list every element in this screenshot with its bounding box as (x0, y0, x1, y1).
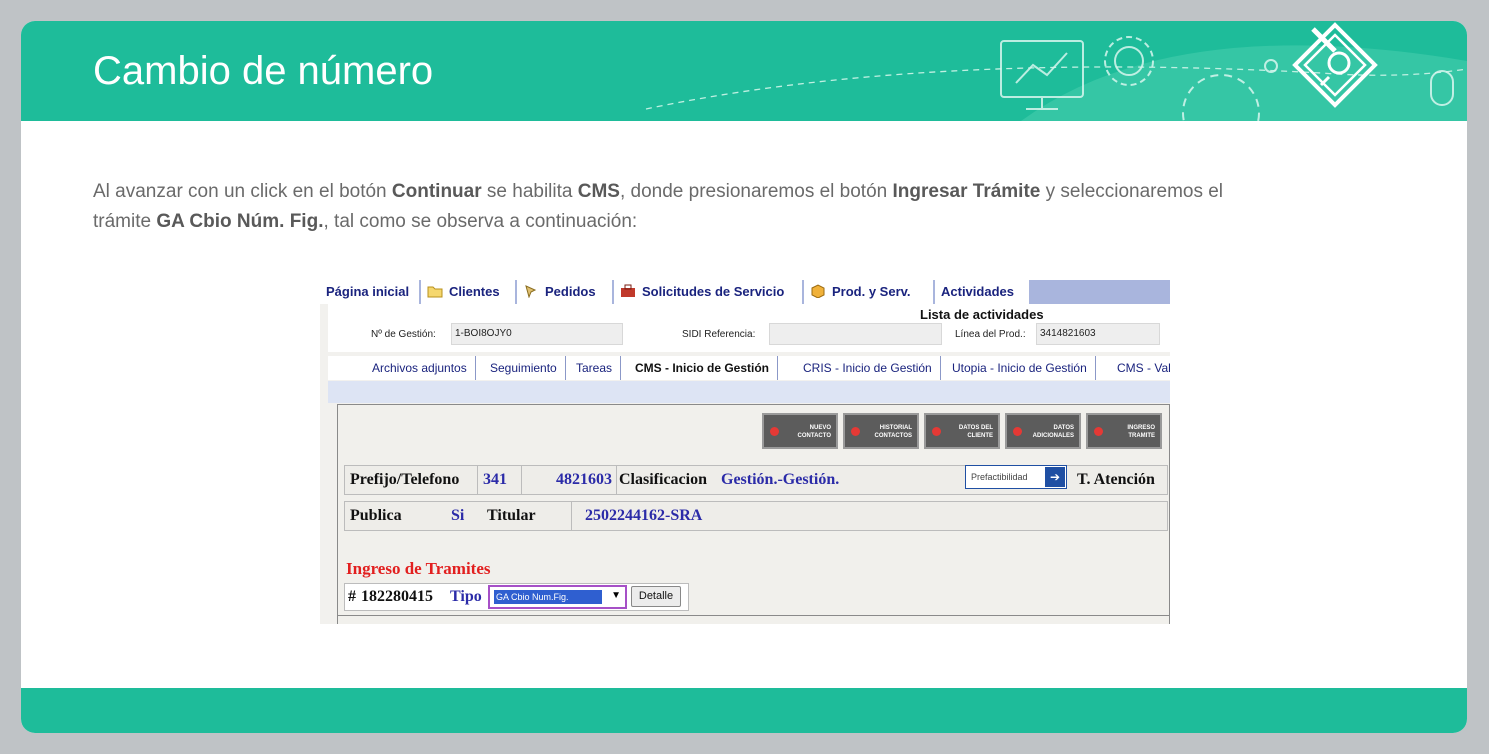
button-label-line: NUEVO (809, 425, 831, 431)
detalle-button[interactable]: Detalle (631, 586, 681, 607)
button-label: HISTORIAL CONTACTOS (868, 424, 912, 440)
tab-label: Clientes (449, 284, 500, 299)
subtab-utopia-inicio[interactable]: Utopia - Inicio de Gestión (952, 356, 1096, 380)
tipo-select[interactable]: GA Cbio Num.Fig. ▼ (488, 585, 627, 609)
subtab-cris-inicio[interactable]: CRIS - Inicio de Gestión (803, 356, 941, 380)
intro-paragraph: Al avanzar con un click en el botón Cont… (93, 177, 1233, 237)
main-tab-bar: Página inicial Clientes Pedidos Solicitu… (320, 280, 1170, 304)
red-dot-icon (851, 427, 860, 436)
panel-divider (338, 615, 1170, 616)
tipo-selected-value: GA Cbio Num.Fig. (494, 590, 602, 604)
tab-label: Solicitudes de Servicio (642, 284, 785, 299)
button-label-line: DATOS DEL (958, 425, 993, 431)
tab-label: Actividades (941, 284, 1014, 299)
slide-header: Cambio de número (21, 21, 1467, 121)
datos-adicionales-button[interactable]: DATOS ADICIONALES (1005, 413, 1081, 449)
clasificacion-value: Gestión.-Gestión. (721, 471, 840, 488)
intro-bold-cms: CMS (577, 181, 620, 202)
tab-label: Prod. y Serv. (832, 284, 911, 299)
tab-actividades[interactable]: Actividades (935, 280, 1031, 304)
toolbox-icon (621, 284, 635, 297)
button-label: DATOS ADICIONALES (1030, 424, 1074, 440)
subtab-seguimiento[interactable]: Seguimiento (490, 356, 566, 380)
subtab-cms-inicio[interactable]: CMS - Inicio de Gestión (635, 356, 779, 380)
subtab-archivos[interactable]: Archivos adjuntos (372, 356, 476, 380)
button-label-line: CLIENTE (967, 433, 993, 439)
button-label-line: CONTACTOS (874, 433, 912, 439)
chevron-down-icon: ▼ (611, 590, 621, 601)
publica-label: Publica (350, 507, 402, 524)
button-label-line: TRAMITE (1128, 433, 1155, 439)
intro-bold-continuar: Continuar (391, 181, 482, 202)
app-screenshot: Página inicial Clientes Pedidos Solicitu… (320, 280, 1170, 624)
historial-contactos-button[interactable]: HISTORIAL CONTACTOS (843, 413, 919, 449)
button-label: NUEVO CONTACTO (787, 424, 831, 440)
ingreso-tramites-title: Ingreso de Tramites (346, 559, 491, 578)
ingreso-tramite-button[interactable]: INGRESO TRAMITE (1086, 413, 1162, 449)
button-label-line: CONTACTO (797, 433, 831, 439)
linea-field[interactable]: 3414821603 (1036, 323, 1160, 345)
button-label-line: HISTORIAL (879, 425, 912, 431)
slide-footer (21, 688, 1467, 733)
intro-bold-tramite: GA Cbio Núm. Fig. (156, 211, 324, 232)
tramite-number: 182280415 (361, 588, 433, 605)
prefactibilidad-button[interactable]: Prefactibilidad ➔ (965, 465, 1067, 489)
intro-text-3: , donde presionaremos el botón (619, 181, 893, 202)
clasificacion-label: Clasificacion (619, 471, 707, 488)
red-dot-icon (932, 427, 941, 436)
prefijo-label: Prefijo/Telefono (345, 466, 478, 494)
red-dot-icon (1013, 427, 1022, 436)
intro-text-2: se habilita (481, 181, 578, 202)
tab-label: Página inicial (326, 284, 410, 299)
button-label-line: INGRESO (1127, 425, 1155, 431)
folder-icon (427, 286, 443, 298)
pin-icon (525, 285, 537, 298)
subtab-tareas[interactable]: Tareas (576, 356, 622, 380)
red-dot-icon (1094, 427, 1103, 436)
subtab-cms-valid[interactable]: CMS - Valid (1117, 356, 1170, 380)
button-label: INGRESO TRAMITE (1111, 424, 1155, 440)
titular-value: 2502244162-SRA (585, 507, 703, 524)
hash-label: # (348, 588, 356, 605)
sub-tab-bar: Archivos adjuntos Seguimiento Tareas CMS… (328, 356, 1170, 380)
titular-label: Titular (482, 502, 572, 530)
button-label-line: ADICIONALES (1032, 433, 1074, 439)
edit-gear-badge-icon (1292, 22, 1378, 108)
gestion-field[interactable]: 1-BOI8OJY0 (451, 323, 623, 345)
atencion-label: T. Atención (1077, 471, 1155, 488)
linea-label: Línea del Prod.: (955, 329, 1026, 340)
list-title: Lista de actividades (920, 307, 1044, 322)
tab-solicitudes[interactable]: Solicitudes de Servicio (614, 280, 804, 304)
intro-bold-ingresar: Ingresar Trámite (892, 181, 1041, 202)
intro-text-1: Al avanzar con un click en el botón (93, 181, 392, 202)
tab-label: Pedidos (545, 284, 596, 299)
arrow-right-icon: ➔ (1045, 467, 1065, 487)
cms-panel: NUEVO CONTACTO HISTORIAL CONTACTOS DATOS D… (337, 404, 1170, 624)
sidi-field[interactable] (769, 323, 942, 345)
tipo-label: Tipo (450, 588, 482, 605)
datos-cliente-button[interactable]: DATOS DEL CLIENTE (924, 413, 1000, 449)
button-label: DATOS DEL CLIENTE (949, 424, 993, 440)
telefono-value: 4821603 (522, 466, 617, 494)
sidi-label: SIDI Referencia: (682, 329, 756, 340)
prefactibilidad-label: Prefactibilidad (971, 472, 1028, 482)
tab-clientes[interactable]: Clientes (421, 280, 517, 304)
box-icon (811, 284, 825, 298)
intro-text-5: , tal como se observa a continuación: (323, 211, 638, 232)
tab-pedidos[interactable]: Pedidos (517, 280, 614, 304)
tab-prod-serv[interactable]: Prod. y Serv. (804, 280, 935, 304)
tramite-row: # 182280415 Tipo GA Cbio Num.Fig. ▼ Deta… (344, 583, 689, 611)
nuevo-contacto-button[interactable]: NUEVO CONTACTO (762, 413, 838, 449)
red-dot-icon (770, 427, 779, 436)
slide-title: Cambio de número (93, 49, 434, 93)
titular-row: Publica Si Titular 2502244162-SRA (344, 501, 1168, 531)
slide: Cambio de número Al avanzar con un click… (21, 21, 1467, 733)
button-label-line: DATOS (1053, 425, 1074, 431)
publica-value: Si (451, 507, 465, 524)
tab-pagina-inicial[interactable]: Página inicial (320, 280, 421, 304)
prefijo-value: 341 (478, 466, 522, 494)
blue-strip (328, 381, 1170, 403)
gestion-label: Nº de Gestión: (371, 329, 436, 340)
